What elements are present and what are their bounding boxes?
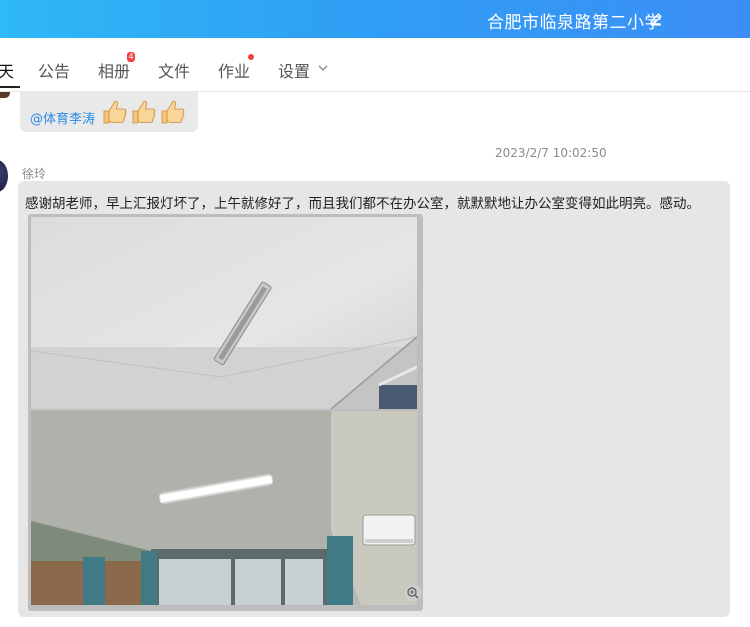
avatar[interactable]	[0, 160, 8, 192]
tab-chat[interactable]: 天	[0, 58, 14, 82]
zoom-in-icon[interactable]	[404, 584, 422, 602]
group-tabs: 天 公告 相册 4 文件 作业 设置	[0, 38, 750, 92]
message-timestamp: 2023/2/7 10:02:50	[495, 146, 607, 160]
tab-album[interactable]: 相册	[98, 58, 130, 82]
chat-header: 合肥市临泉路第二小学	[0, 0, 750, 38]
group-name[interactable]: 合肥市临泉路第二小学	[487, 8, 662, 33]
tab-homework[interactable]: 作业	[218, 58, 250, 82]
tab-files[interactable]: 文件	[158, 58, 190, 82]
avatar[interactable]	[0, 92, 10, 98]
active-tab-underline	[0, 86, 20, 88]
ceiling-photo-top	[31, 217, 417, 409]
message-bubble[interactable]: 感谢胡老师，早上汇报灯坏了，上午就修好了，而且我们都不在办公室，就默默地让办公室…	[18, 181, 730, 617]
tab-settings[interactable]: 设置	[278, 58, 310, 82]
pencil-icon[interactable]	[648, 11, 664, 27]
sender-name: 徐玲	[22, 167, 47, 181]
chevron-down-icon[interactable]	[318, 64, 328, 72]
tab-announcements[interactable]: 公告	[38, 58, 70, 82]
album-badge: 4	[127, 52, 135, 62]
message-text: 感谢胡老师，早上汇报灯坏了，上午就修好了，而且我们都不在办公室，就默默地让办公室…	[25, 196, 700, 212]
homework-unread-dot	[248, 54, 254, 60]
previous-message-bubble: @体育李涛	[20, 92, 198, 132]
thumbs-up-icon	[103, 100, 185, 124]
mention-link[interactable]: @体育李涛	[30, 108, 95, 127]
ceiling-photo-bottom	[31, 411, 417, 605]
message-image[interactable]	[28, 214, 423, 611]
